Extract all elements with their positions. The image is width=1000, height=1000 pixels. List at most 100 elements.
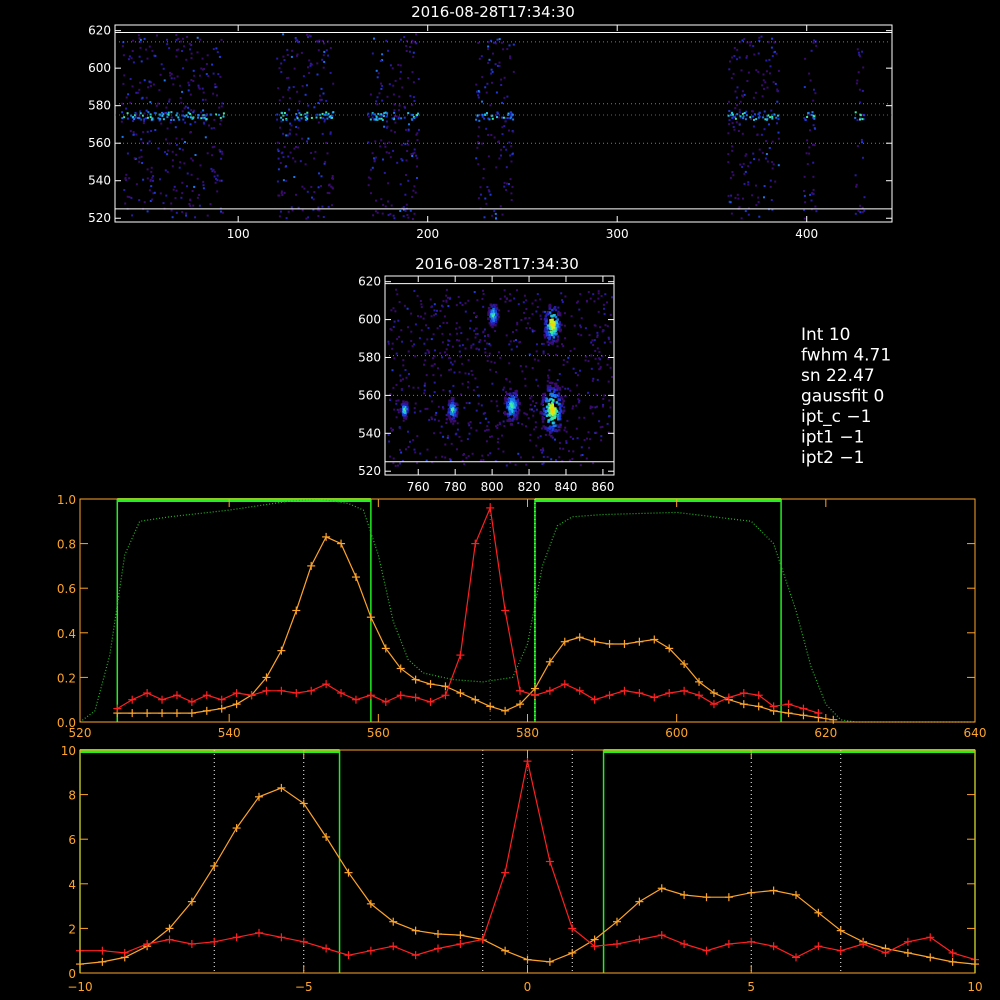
mid-heatmap-pixel (472, 343, 475, 346)
offset-plot-series-red-point (836, 946, 845, 955)
mid-heatmap-blob-pixel (557, 392, 561, 395)
top-heatmap-band-pixel (331, 116, 334, 119)
mid-heatmap-pixel (489, 452, 492, 455)
mid-heatmap-pixel (524, 377, 527, 380)
top-heatmap-frame (114, 24, 893, 223)
top-heatmap-pixel (297, 109, 300, 112)
top-heatmap-pixel (738, 111, 741, 114)
top-heatmap-pixel (367, 115, 370, 118)
top-heatmap-pixel (477, 197, 480, 200)
top-heatmap-pixel (276, 57, 279, 60)
offset-plot-series-red-point (322, 944, 331, 953)
mid-heatmap-pixel (596, 331, 599, 334)
mid-heatmap-pixel (565, 441, 568, 444)
mid-heatmap-pixel (423, 342, 426, 345)
top-heatmap-pixel (503, 96, 506, 99)
top-heatmap-pixel (388, 83, 391, 86)
spectrum-plot-series-red-point (456, 651, 465, 660)
top-heatmap-pixel (139, 110, 142, 113)
mid-heatmap-blob-pixel (562, 399, 565, 403)
mid-heatmap-pixel (430, 306, 433, 309)
mid-heatmap-blob-pixel (506, 419, 509, 422)
top-heatmap-band-pixel (413, 117, 416, 119)
top-heatmap-pixel (481, 142, 484, 145)
top-heatmap-pixel (392, 84, 395, 87)
top-heatmap-pixel (508, 141, 511, 144)
top-heatmap-pixel (216, 179, 219, 182)
mid-heatmap-pixel (425, 374, 428, 377)
offset-plot-series-red-point (545, 857, 554, 866)
top-heatmap-band-pixel (172, 118, 175, 121)
mid-heatmap-blob-pixel (516, 411, 520, 414)
mid-heatmap-pixel (515, 345, 518, 348)
top-heatmap-pixel (306, 140, 308, 143)
top-heatmap-pixel (198, 194, 201, 196)
top-heatmap-pixel (321, 58, 324, 61)
mid-heatmap-pixel (562, 447, 565, 450)
top-heatmap-pixel (387, 182, 390, 185)
top-heatmap-band-pixel (160, 113, 163, 116)
mid-heatmap-pixel (461, 304, 464, 306)
mid-heatmap-pixel (533, 330, 536, 332)
top-heatmap-band-pixel (315, 116, 318, 119)
top-heatmap-pixel (165, 138, 167, 141)
mid-heatmap-pixel (489, 435, 491, 438)
top-heatmap-pixel (202, 180, 205, 183)
top-heatmap-pixel (741, 132, 744, 135)
top-heatmap-pixel (145, 48, 148, 51)
mid-heatmap-pixel (516, 321, 519, 324)
mid-heatmap-pixel (537, 384, 540, 387)
mid-heatmap-pixel (473, 291, 476, 293)
mid-heatmap-pixel (467, 359, 470, 362)
top-heatmap-band-pixel (222, 112, 225, 115)
mid-heatmap-pixel (439, 431, 442, 434)
top-heatmap-pixel (184, 121, 187, 124)
top-heatmap-pixel (323, 42, 325, 45)
top-heatmap-pixel (402, 215, 405, 218)
mid-heatmap-pixel (523, 412, 526, 415)
top-heatmap-pixel (856, 48, 859, 51)
top-heatmap-pixel (291, 209, 294, 212)
top-heatmap-pixel (201, 87, 204, 90)
mid-heatmap-blob-pixel (507, 399, 510, 402)
top-heatmap-pixel (757, 196, 760, 199)
top-heatmap-pixel (296, 54, 298, 57)
mid-heatmap-blob-pixel (490, 310, 494, 313)
mid-heatmap-pixel (533, 405, 536, 407)
top-heatmap-pixel (396, 161, 399, 164)
mid-heatmap-pixel (393, 408, 396, 411)
top-heatmap-pixel (809, 193, 812, 196)
top-heatmap-band-pixel (807, 111, 810, 114)
top-heatmap-pixel (854, 212, 857, 215)
mid-heatmap-pixel (534, 421, 537, 424)
top-heatmap-pixel (163, 79, 166, 82)
mid-heatmap-pixel (542, 449, 545, 452)
top-heatmap-pixel (747, 183, 750, 186)
mid-heatmap-pixel (532, 414, 535, 417)
top-heatmap-pixel (809, 129, 811, 132)
top-heatmap-pixel (128, 196, 131, 198)
spectrum-plot-series-red-point (650, 693, 659, 702)
top-heatmap-pixel (294, 118, 297, 121)
mid-heatmap-blob-pixel (558, 398, 561, 402)
spectrum-plot-series-red-point (471, 539, 480, 548)
mid-heatmap-pixel (599, 426, 602, 429)
top-heatmap-pixel (199, 164, 202, 167)
top-heatmap-pixel (162, 67, 165, 70)
mid-heatmap-blob-pixel (539, 410, 543, 414)
spectrum-plot-series-orange-point (575, 633, 584, 642)
mid-heatmap-blob-pixel (557, 311, 561, 315)
top-heatmap-pixel (182, 118, 185, 121)
top-heatmap-pixel (400, 38, 402, 41)
mid-heatmap-blob-pixel (546, 333, 549, 336)
mid-heatmap-pixel (537, 359, 540, 362)
mid-heatmap-pixel (602, 398, 605, 400)
top-heatmap-pixel (511, 152, 514, 155)
top-heatmap-pixel (475, 157, 478, 160)
top-heatmap-pixel (413, 185, 416, 188)
top-heatmap-pixel (297, 126, 300, 129)
mid-heatmap-pixel (426, 407, 429, 410)
mid-heatmap-pixel (588, 334, 591, 337)
top-heatmap-band-pixel (496, 116, 498, 119)
offset-plot-series-orange-point (702, 893, 711, 902)
